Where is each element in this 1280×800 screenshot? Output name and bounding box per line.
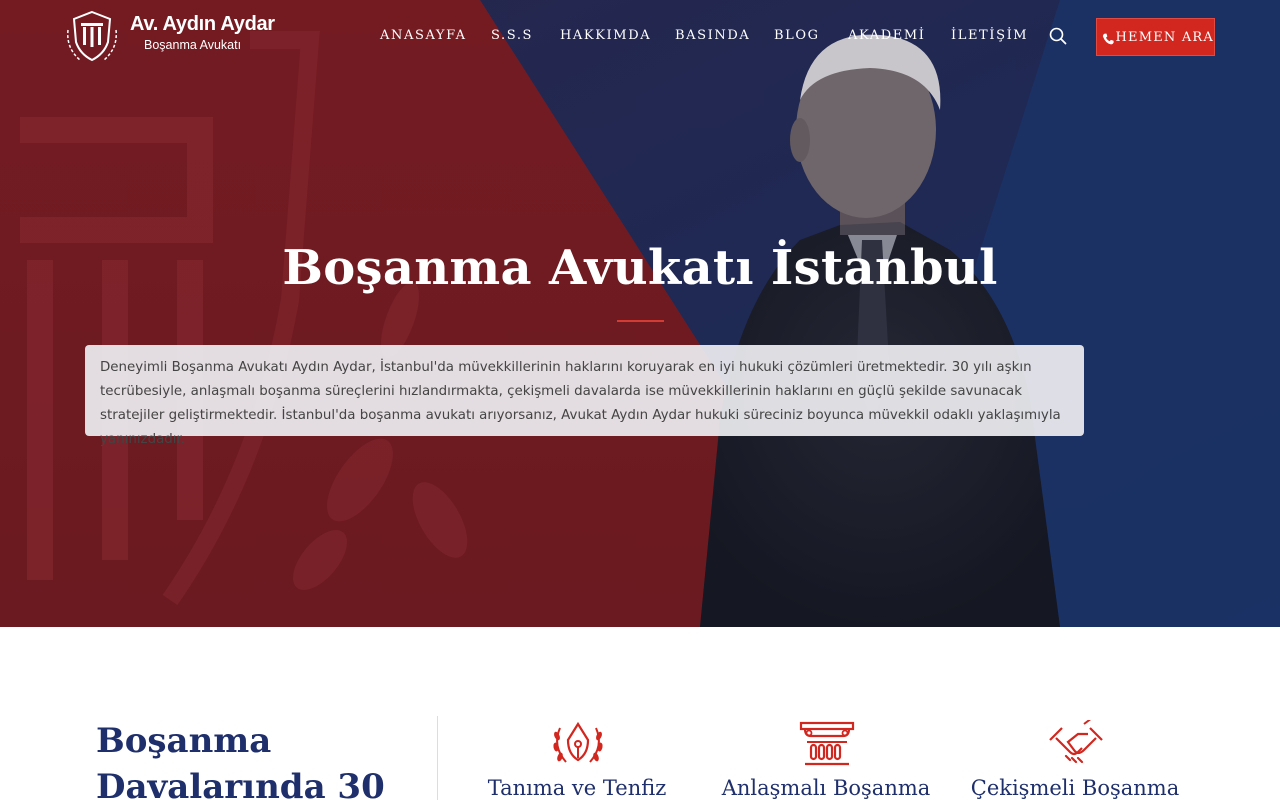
nav-item-basinda[interactable]: BASINDA bbox=[675, 28, 750, 43]
call-now-button[interactable]: HEMEN ARA bbox=[1096, 18, 1215, 56]
service-cekismeli-bosanma[interactable]: Çekişmeli Boşanma bbox=[955, 720, 1195, 800]
nav-item-akademi[interactable]: AKADEMİ bbox=[848, 28, 926, 43]
service-anlasmali-bosanma[interactable]: Anlaşmalı Boşanma bbox=[706, 720, 946, 800]
hero-banner: Av. Aydın Aydar Boşanma Avukatı ANASAYFA… bbox=[0, 0, 1280, 627]
service-label: Tanıma ve Tenfiz bbox=[487, 776, 667, 800]
brand-subtitle: Boşanma Avukatı bbox=[144, 38, 242, 52]
brand-name: Av. Aydın Aydar bbox=[130, 13, 275, 35]
nav-item-hakkimda[interactable]: HAKKIMDA bbox=[560, 28, 651, 43]
service-label: Çekişmeli Boşanma bbox=[970, 776, 1180, 800]
nav-item-anasayfa[interactable]: ANASAYFA bbox=[380, 28, 467, 43]
services-section-title: Boşanma Davalarında 30 bbox=[96, 721, 385, 800]
hero-background bbox=[0, 0, 1280, 627]
column-capital-icon bbox=[799, 721, 855, 766]
service-label: Anlaşmalı Boşanma bbox=[721, 776, 931, 800]
handshake-icon bbox=[1049, 720, 1103, 764]
hero-title: Boşanma Avukatı İstanbul bbox=[282, 240, 998, 296]
section-divider bbox=[437, 716, 438, 800]
nav-item-sss[interactable]: S.S.S bbox=[491, 28, 533, 43]
phone-icon bbox=[1102, 33, 1114, 44]
service-tanima-tenfiz[interactable]: Tanıma ve Tenfiz bbox=[457, 720, 697, 800]
nav-item-iletisim[interactable]: İLETİŞİM bbox=[951, 28, 1028, 43]
site-header: Av. Aydın Aydar Boşanma Avukatı ANASAYFA… bbox=[0, 0, 1280, 72]
hero-divider bbox=[617, 320, 664, 322]
site-logo[interactable]: Av. Aydın Aydar Boşanma Avukatı bbox=[64, 10, 275, 64]
pen-nib-laurel-icon bbox=[553, 721, 603, 763]
nav-item-blog[interactable]: BLOG bbox=[774, 28, 820, 43]
call-now-label: HEMEN ARA bbox=[1115, 29, 1214, 45]
hero-description: Deneyimli Boşanma Avukatı Aydın Aydar, İ… bbox=[85, 345, 1084, 447]
logo-emblem-icon bbox=[67, 10, 117, 62]
search-icon[interactable] bbox=[1049, 27, 1067, 45]
